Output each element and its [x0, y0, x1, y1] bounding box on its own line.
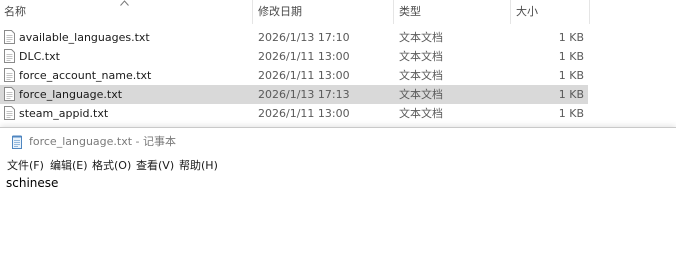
file-size: 1 KB — [558, 107, 584, 120]
file-modified-date: 2026/1/13 17:10 — [258, 31, 350, 44]
file-row-steam-appid[interactable]: steam_appid.txt 2026/1/11 13:00 文本文档 1 K… — [0, 104, 588, 123]
column-header-size[interactable]: 大小 — [516, 0, 538, 24]
column-header-name[interactable]: 名称 — [4, 0, 26, 24]
text-file-icon — [4, 87, 15, 101]
file-type: 文本文档 — [399, 50, 443, 63]
file-size: 1 KB — [558, 88, 584, 101]
notepad-content: schinese — [6, 176, 59, 190]
sort-ascending-icon — [120, 0, 129, 6]
file-name: available_languages.txt — [19, 31, 150, 44]
file-size: 1 KB — [558, 31, 584, 44]
file-type: 文本文档 — [399, 69, 443, 82]
file-type: 文本文档 — [399, 31, 443, 44]
column-header-row: 名称 修改日期 类型 大小 — [0, 0, 590, 24]
notepad-menu-bar: 文件(F) 编辑(E) 格式(O) 查看(V) 帮助(H) — [0, 156, 676, 175]
file-explorer-list: 名称 修改日期 类型 大小 available_languages.txt 20… — [0, 0, 676, 128]
file-row-available-languages[interactable]: available_languages.txt 2026/1/13 17:10 … — [0, 28, 588, 47]
column-header-date[interactable]: 修改日期 — [258, 0, 302, 24]
column-divider[interactable] — [510, 0, 511, 24]
menu-format[interactable]: 格式(O) — [92, 156, 131, 175]
text-file-icon — [4, 49, 15, 63]
file-name: force_account_name.txt — [19, 69, 152, 82]
menu-help[interactable]: 帮助(H) — [179, 156, 218, 175]
column-divider[interactable] — [252, 0, 253, 24]
menu-edit[interactable]: 编辑(E) — [50, 156, 88, 175]
text-file-icon — [4, 68, 15, 82]
notepad-title-bar[interactable]: force_language.txt - 记事本 — [0, 128, 676, 156]
file-modified-date: 2026/1/11 13:00 — [258, 69, 350, 82]
file-row-force-language-selected[interactable]: force_language.txt 2026/1/13 17:13 文本文档 … — [0, 85, 588, 104]
text-file-icon — [4, 106, 15, 120]
file-name: DLC.txt — [19, 50, 60, 63]
text-file-icon — [4, 30, 15, 44]
notepad-icon — [12, 135, 22, 149]
column-header-type[interactable]: 类型 — [399, 0, 421, 24]
file-type: 文本文档 — [399, 107, 443, 120]
file-size: 1 KB — [558, 69, 584, 82]
file-name: steam_appid.txt — [19, 107, 109, 120]
file-size: 1 KB — [558, 50, 584, 63]
column-divider[interactable] — [393, 0, 394, 24]
file-type: 文本文档 — [399, 88, 443, 101]
menu-file[interactable]: 文件(F) — [7, 156, 44, 175]
notepad-window-title: force_language.txt - 记事本 — [29, 135, 177, 148]
file-row-force-account-name[interactable]: force_account_name.txt 2026/1/11 13:00 文… — [0, 66, 588, 85]
column-divider[interactable] — [589, 0, 590, 24]
notepad-text-area[interactable]: schinese — [0, 175, 676, 279]
file-modified-date: 2026/1/11 13:00 — [258, 107, 350, 120]
file-modified-date: 2026/1/13 17:13 — [258, 88, 350, 101]
menu-view[interactable]: 查看(V) — [136, 156, 174, 175]
file-modified-date: 2026/1/11 13:00 — [258, 50, 350, 63]
file-name: force_language.txt — [19, 88, 123, 101]
file-row-dlc[interactable]: DLC.txt 2026/1/11 13:00 文本文档 1 KB — [0, 47, 588, 66]
notepad-window: force_language.txt - 记事本 文件(F) 编辑(E) 格式(… — [0, 127, 676, 279]
